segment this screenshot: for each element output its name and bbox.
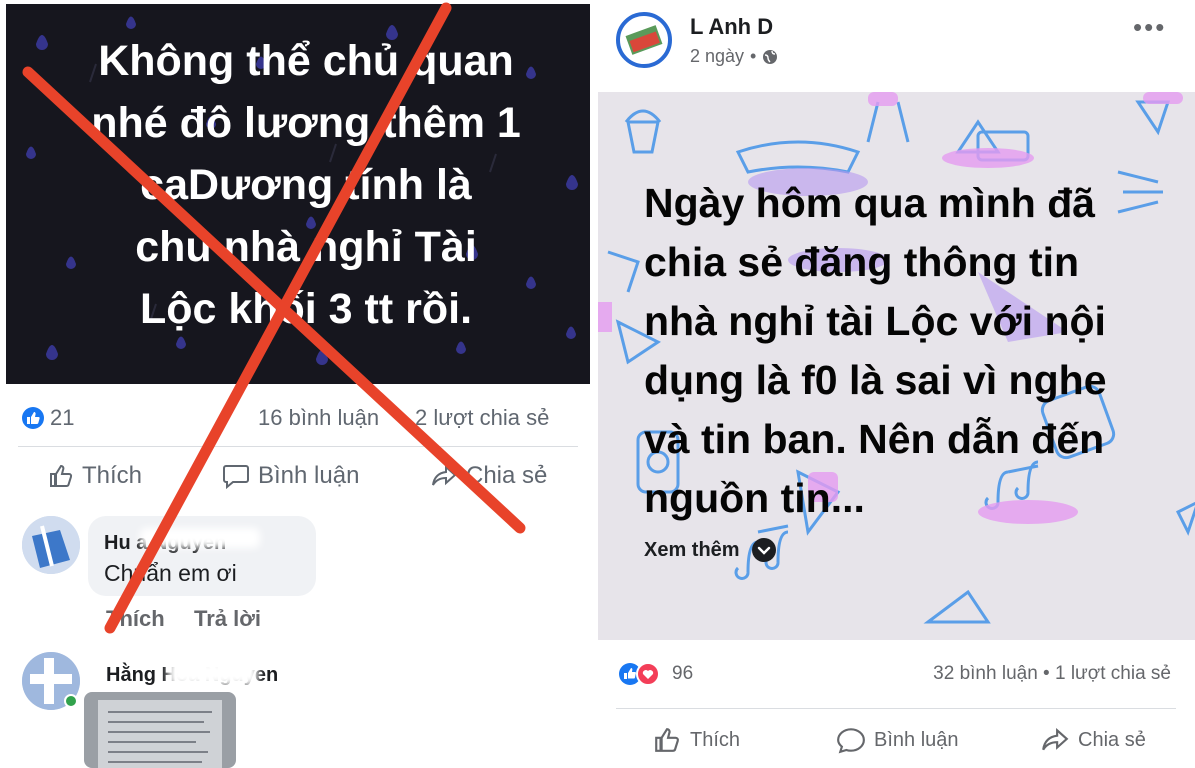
post-actions: Thích Bình luận Chia sẻ [598, 726, 1195, 762]
like-button[interactable]: Thích [652, 726, 740, 754]
share-button[interactable]: Chia sẻ [430, 462, 547, 490]
page-name[interactable]: L Anh D [690, 14, 773, 40]
comment-label: Bình luận [258, 462, 360, 489]
more-options-button[interactable]: ••• [1133, 12, 1166, 43]
post-image[interactable]: Không thể chủ quan nhé đô lương thêm 1 c… [6, 4, 590, 384]
comment-icon [223, 465, 249, 489]
comment-button[interactable]: Bình luận [836, 726, 959, 754]
page-logo [625, 25, 663, 55]
post-actions: Thích Bình luận Chia sẻ [0, 462, 590, 498]
comment-text: Chuẩn em ơi [104, 560, 237, 586]
share-button[interactable]: Chia sẻ [1040, 726, 1146, 754]
post-text: Ngày hôm qua mình đã chia sẻ đăng thông … [644, 180, 1107, 521]
online-status-dot [64, 694, 78, 708]
see-more-button[interactable]: Xem thêm [644, 538, 776, 562]
share-icon [1042, 727, 1069, 751]
comment-attachment-image[interactable] [84, 692, 236, 768]
thumbs-up-icon [655, 728, 679, 752]
share-icon [432, 464, 457, 486]
left-screenshot: Không thể chủ quan nhé đô lương thêm 1 c… [0, 0, 590, 768]
divider [18, 446, 578, 447]
see-more-label: Xem thêm [644, 538, 740, 561]
commenter-avatar[interactable] [22, 516, 80, 574]
image-divider [590, 0, 598, 768]
reaction-count[interactable]: 21 [50, 405, 74, 431]
like-label: Thích [82, 462, 143, 489]
share-label: Chia sẻ [1078, 728, 1146, 751]
post-stats: 96 32 bình luận • 1 lượt chia sẻ [598, 658, 1195, 692]
like-love-reaction-icons[interactable] [618, 662, 664, 686]
comment-icon [837, 728, 865, 754]
avatar-image [22, 516, 80, 574]
globe-icon [763, 49, 778, 64]
share-count[interactable]: 2 lượt chia sẻ [415, 405, 549, 431]
share-label: Chia sẻ [466, 462, 548, 489]
right-screenshot: L Anh D 2 ngày • ••• Ngày hôm qua mình đ… [598, 0, 1195, 768]
name-redaction [168, 660, 258, 686]
thumbs-up-icon [50, 464, 73, 487]
comment-share-counts: 32 bình luận • 1 lượt chia sẻ [933, 663, 1171, 685]
comment-count[interactable]: 16 bình luận [258, 405, 379, 431]
like-reaction-icon[interactable] [22, 407, 44, 429]
post-background: Ngày hôm qua mình đã chia sẻ đăng thông … [598, 92, 1195, 640]
time-text: 2 ngày [690, 46, 745, 66]
share-count[interactable]: 1 lượt chia sẻ [1055, 663, 1171, 684]
comment-reply-link[interactable]: Trả lời [194, 606, 261, 632]
comment-label: Bình luận [874, 728, 959, 751]
post-stats: 21 16 bình luận 2 lượt chia sẻ [0, 395, 590, 441]
comment-count[interactable]: 32 bình luận [933, 663, 1038, 684]
post-image-text: Không thể chủ quan nhé đô lương thêm 1 c… [91, 37, 521, 333]
comment-button[interactable]: Bình luận [222, 462, 359, 490]
divider [616, 708, 1176, 709]
post-timestamp[interactable]: 2 ngày • [690, 46, 778, 67]
dot-separator: • [750, 46, 757, 66]
document-photo [98, 700, 222, 768]
reaction-count[interactable]: 96 [672, 663, 693, 685]
comment-like-link[interactable]: Thích [106, 606, 165, 632]
chevron-down-icon [751, 538, 776, 562]
stats-separator: • [1043, 663, 1050, 684]
page-avatar[interactable] [616, 12, 672, 68]
name-redaction [140, 528, 260, 548]
like-label: Thích [690, 728, 741, 751]
like-button[interactable]: Thích [48, 462, 142, 490]
